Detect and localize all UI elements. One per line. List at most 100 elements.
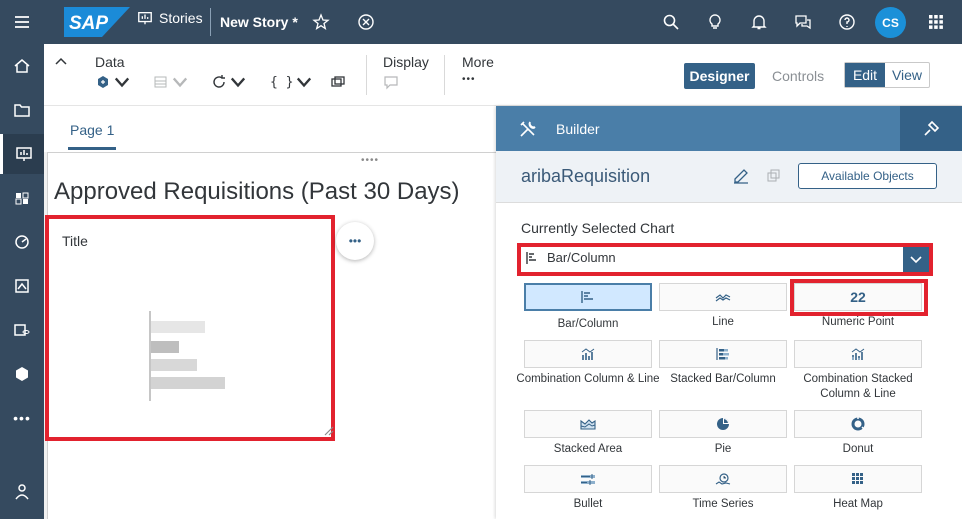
more-dots-icon: ••• (462, 74, 476, 85)
chart-type-bar-column[interactable] (524, 283, 652, 311)
chevron-down-icon (172, 77, 188, 88)
chart-type-pie[interactable] (659, 410, 787, 438)
edit-model-icon[interactable] (732, 168, 750, 184)
bar-chart-icon (581, 291, 593, 303)
builder-title: Builder (556, 121, 600, 137)
chevron-down-icon (114, 77, 130, 88)
collapse-toolbar-icon[interactable] (54, 54, 68, 69)
tab-page-1[interactable]: Page 1 (70, 122, 114, 138)
chart-type-select[interactable]: Bar/Column (517, 243, 933, 276)
page-tab-bar: Page 1 (44, 106, 496, 152)
chart-type-label: Time Series (692, 498, 754, 510)
toolbar-divider (366, 55, 367, 95)
stories-icon[interactable] (0, 134, 44, 174)
data-source-button[interactable] (153, 74, 188, 90)
resize-handle-icon[interactable] (322, 424, 334, 436)
chart-type-heat-map[interactable] (794, 465, 922, 493)
numeric-point-highlight (790, 279, 928, 316)
more-dots-icon: ••• (348, 234, 362, 248)
modeler-icon[interactable] (0, 354, 44, 394)
refresh-icon (213, 75, 225, 88)
chart-type-label: Bar/Column (557, 318, 619, 330)
stories-small-icon (138, 12, 152, 25)
controls-button[interactable]: Controls (772, 68, 824, 84)
chart-type-label: Stacked Area (553, 443, 623, 455)
currently-selected-chart-label: Currently Selected Chart (521, 220, 675, 236)
view-mode-button[interactable]: View (885, 63, 929, 87)
edit-mode-button[interactable]: Edit (845, 63, 885, 87)
page-heading[interactable]: Approved Requisitions (Past 30 Days) (54, 178, 460, 206)
user-settings-icon[interactable] (13, 483, 33, 503)
chart-type-label: Heat Map (833, 498, 883, 510)
favorite-star-icon[interactable] (311, 12, 331, 32)
bar-chart-icon (526, 251, 536, 264)
available-objects-button[interactable]: Available Objects (798, 163, 937, 189)
chart-type-dropdown-button[interactable] (903, 247, 929, 272)
chart-type-label: Bullet (573, 498, 603, 510)
chevron-down-icon (297, 77, 312, 88)
chart-type-label: Numeric Point (821, 316, 895, 328)
chart-type-label: Combination Stacked Column & Line (803, 373, 913, 400)
edit-view-toggle: Edit View (844, 62, 930, 88)
home-icon[interactable] (0, 46, 44, 86)
tools-icon[interactable] (518, 119, 538, 139)
digital-boardroom-icon[interactable] (0, 222, 44, 262)
display-section-label: Display (383, 54, 429, 70)
analytic-application-icon[interactable] (0, 266, 44, 306)
chart-type-donut[interactable] (794, 410, 922, 438)
chart-widget-title[interactable]: Title (62, 233, 88, 249)
stories-link[interactable]: Stories (137, 10, 203, 26)
chart-type-label: Line (712, 316, 734, 328)
styling-tab[interactable] (900, 106, 962, 151)
chart-type-bullet[interactable] (524, 465, 652, 493)
combination-chart-icon (581, 348, 595, 360)
chart-type-stacked-bar-column[interactable] (659, 340, 787, 368)
comment-button[interactable] (383, 74, 399, 90)
donut-chart-icon (851, 417, 865, 431)
notification-bell-icon[interactable] (749, 12, 769, 32)
copy-model-icon[interactable] (766, 168, 782, 184)
toolbar-divider (444, 55, 445, 95)
shell-bar: SAP Stories New Story * CS (44, 0, 962, 44)
lightbulb-icon[interactable] (705, 12, 725, 32)
discussions-icon[interactable] (793, 12, 813, 32)
help-icon[interactable] (837, 12, 857, 32)
copy-button[interactable] (330, 74, 346, 90)
sap-logo-text: SAP (69, 13, 108, 34)
formula-button[interactable]: { } (270, 74, 312, 90)
chart-type-combination-stacked[interactable] (794, 340, 922, 368)
chart-type-line[interactable] (659, 283, 787, 311)
close-story-icon[interactable] (356, 12, 376, 32)
chart-type-stacked-area[interactable] (524, 410, 652, 438)
drag-grip-icon[interactable]: •••• (361, 155, 379, 166)
story-name: New Story * (220, 14, 298, 30)
time-series-icon (715, 473, 731, 485)
add-data-icon (98, 76, 108, 88)
stories-label: Stories (159, 10, 203, 26)
chart-type-combination-column-line[interactable] (524, 340, 652, 368)
more-toolbar-button[interactable]: ••• (462, 74, 476, 85)
selected-chart-type: Bar/Column (547, 250, 616, 265)
data-analyzer-icon[interactable] (0, 178, 44, 218)
add-data-button[interactable] (95, 74, 130, 90)
chart-type-time-series[interactable] (659, 465, 787, 493)
sap-logo[interactable]: SAP (64, 7, 130, 37)
chart-widget[interactable]: Title (45, 215, 335, 441)
designer-button[interactable]: Designer (684, 63, 755, 89)
pie-chart-icon (717, 418, 729, 430)
widget-more-button[interactable]: ••• (336, 222, 374, 260)
chevron-down-icon (230, 77, 246, 88)
product-switch-icon[interactable] (926, 12, 946, 32)
chevron-down-icon (910, 255, 922, 263)
model-row: aribaRequisition Available Objects (496, 151, 962, 203)
stacked-bar-icon (716, 348, 729, 360)
menu-icon[interactable] (0, 2, 44, 42)
avatar[interactable]: CS (875, 7, 906, 38)
active-tab-indicator (68, 147, 116, 150)
search-icon[interactable] (661, 12, 681, 32)
refresh-button[interactable] (211, 74, 246, 90)
more-apps-icon[interactable]: ••• (0, 398, 44, 438)
datasets-icon[interactable] (0, 310, 44, 350)
chart-type-label: Pie (714, 443, 732, 455)
folder-icon[interactable] (0, 90, 44, 130)
